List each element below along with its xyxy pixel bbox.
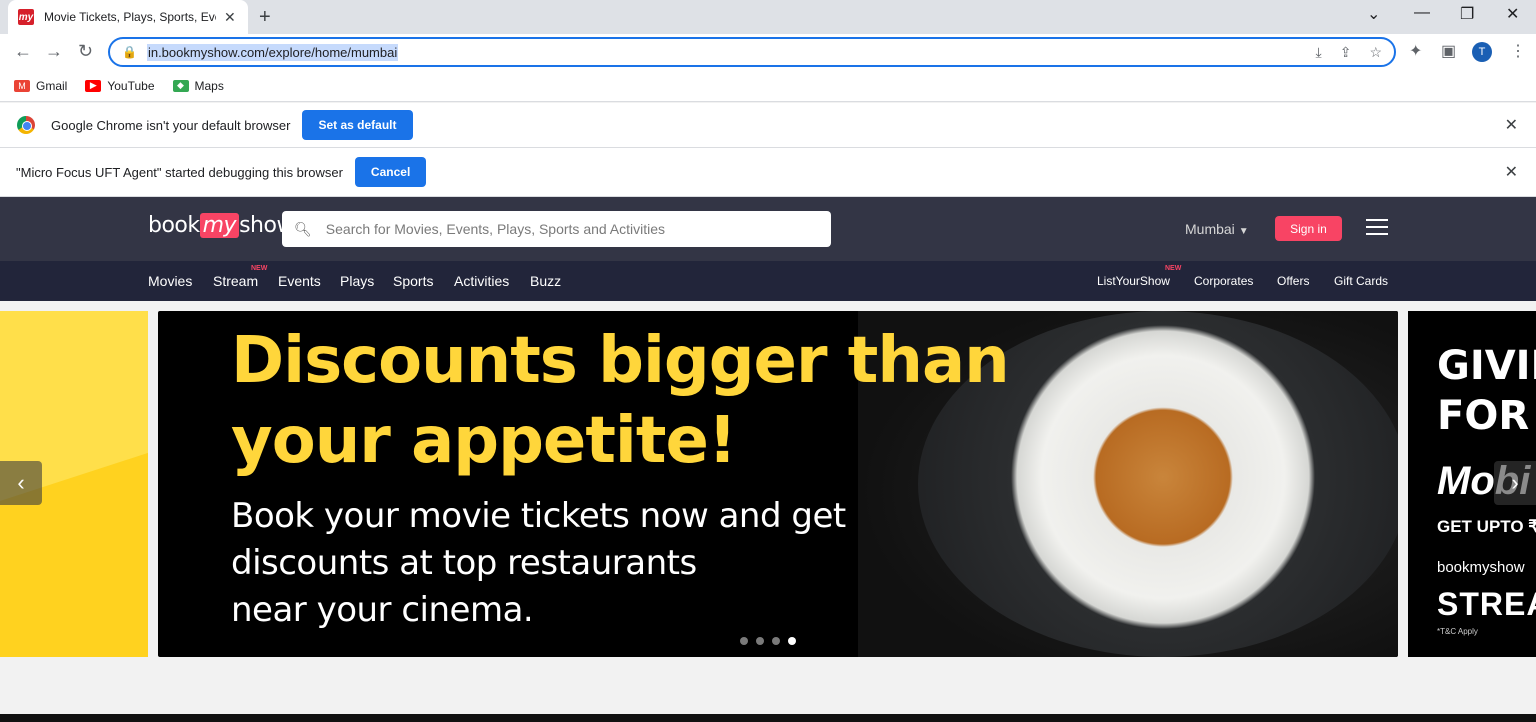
tab-close-icon[interactable]: ✕ — [224, 9, 236, 26]
carousel-dot[interactable] — [756, 637, 764, 645]
new-badge: NEW — [1165, 265, 1182, 272]
carousel-dot-active[interactable] — [788, 637, 796, 645]
tab-strip: my Movie Tickets, Plays, Sports, Events … — [0, 0, 1536, 34]
nav-stream[interactable]: Stream — [213, 273, 258, 289]
peek-stream: STREAM — [1437, 586, 1536, 622]
install-app-icon[interactable]: ⤓ — [1316, 44, 1322, 61]
youtube-icon: ▶ — [85, 79, 102, 92]
hamburger-menu-icon[interactable] — [1366, 219, 1388, 235]
subtext-line: near your cinema. — [231, 590, 534, 630]
logo-prefix: book — [148, 213, 200, 238]
peek-logo: bookmyshow — [1437, 559, 1525, 576]
bookmyshow-logo[interactable]: book my show — [148, 213, 294, 238]
maps-icon: ◆ — [172, 79, 189, 92]
infobar-close-icon[interactable]: ✕ — [1505, 162, 1518, 182]
nav-sports[interactable]: Sports — [393, 273, 433, 289]
default-browser-infobar: Google Chrome isn't your default browser… — [0, 103, 1536, 148]
nav-plays[interactable]: Plays — [340, 273, 374, 289]
peek-text: GIVINGFOR ALL — [1437, 341, 1536, 441]
nav-buzz[interactable]: Buzz — [530, 273, 561, 289]
bookmark-label: Gmail — [36, 78, 68, 93]
new-tab-icon[interactable]: + — [259, 6, 271, 29]
bookmark-label: YouTube — [107, 78, 155, 93]
banner-subtext: Book your movie tickets now and get disc… — [231, 493, 846, 634]
carousel-next-icon[interactable]: › — [1494, 461, 1536, 505]
peek-tnc: *T&C Apply — [1437, 627, 1478, 636]
infobar-message: "Micro Focus UFT Agent" started debuggin… — [16, 164, 343, 180]
bookmark-maps[interactable]: ◆ Maps — [172, 78, 224, 93]
forward-icon[interactable]: → — [45, 41, 63, 62]
bookmark-gmail[interactable]: M Gmail — [14, 79, 67, 93]
bookmark-label: Maps — [194, 78, 224, 93]
bookmark-star-icon[interactable]: ☆ — [1369, 44, 1382, 61]
extensions-icon[interactable]: ✦ — [1409, 41, 1422, 61]
set-as-default-button[interactable]: Set as default — [302, 110, 413, 140]
restore-icon[interactable]: ❐ — [1460, 4, 1474, 24]
headline-line: Discounts bigger than — [231, 324, 1010, 398]
nav-listyourshow[interactable]: ListYourShow — [1097, 274, 1170, 288]
carousel-prev-icon[interactable]: ‹ — [0, 461, 42, 505]
site-nav: Movies Stream NEW Events Plays Sports Ac… — [0, 261, 1536, 301]
peek-offer: GET UPTO ₹200 — [1437, 517, 1536, 536]
infobar-message: Google Chrome isn't your default browser — [51, 117, 291, 133]
nav-activities[interactable]: Activities — [454, 273, 509, 289]
search-input[interactable] — [325, 221, 806, 237]
back-icon[interactable]: ← — [14, 41, 32, 62]
share-icon[interactable]: ⇪ — [1340, 44, 1352, 61]
cancel-button[interactable]: Cancel — [354, 157, 427, 187]
chrome-menu-icon[interactable]: ⋮ — [1510, 41, 1526, 61]
search-icon: 🔍︎ — [294, 220, 312, 237]
window-close-icon[interactable]: ✕ — [1506, 4, 1519, 24]
tab-search-chevron-icon[interactable]: ⌄ — [1367, 4, 1380, 24]
nav-gift-cards[interactable]: Gift Cards — [1334, 274, 1388, 288]
browser-tab-active[interactable]: my Movie Tickets, Plays, Sports, Events … — [8, 0, 248, 34]
banner-carousel: ‹ Discounts bigger than your appetite! B… — [0, 301, 1536, 667]
chrome-logo-icon — [17, 116, 35, 134]
logo-highlight: my — [199, 213, 240, 238]
bookmyshow-favicon-icon: my — [18, 9, 34, 25]
minimize-icon[interactable]: — — [1414, 4, 1430, 22]
lock-icon[interactable]: 🔒 — [122, 45, 137, 59]
city-selector[interactable]: Mumbai ▼ — [1185, 221, 1249, 237]
nav-movies[interactable]: Movies — [148, 273, 192, 289]
gmail-icon: M — [14, 79, 30, 92]
url-text[interactable]: in.bookmyshow.com/explore/home/mumbai — [146, 43, 399, 61]
side-panel-icon[interactable]: ▣ — [1441, 41, 1456, 61]
taskbar-edge — [0, 714, 1536, 722]
banner-headline: Discounts bigger than your appetite! — [231, 321, 1010, 481]
carousel-dot[interactable] — [772, 637, 780, 645]
browser-toolbar: ← → ↻ 🔒 in.bookmyshow.com/explore/home/m… — [0, 34, 1536, 70]
peek-line: FOR ALL — [1437, 393, 1536, 439]
infobar-close-icon[interactable]: ✕ — [1505, 115, 1518, 135]
subtext-line: discounts at top restaurants — [231, 543, 697, 583]
carousel-dots — [740, 637, 796, 645]
nav-events[interactable]: Events — [278, 273, 321, 289]
nav-corporates[interactable]: Corporates — [1194, 274, 1253, 288]
carousel-dot[interactable] — [740, 637, 748, 645]
profile-avatar[interactable]: T — [1472, 42, 1492, 62]
address-bar[interactable]: 🔒 in.bookmyshow.com/explore/home/mumbai … — [108, 37, 1396, 67]
new-badge: NEW — [251, 265, 268, 272]
site-header: bookmyshow 🔍︎ Mumbai ▼ Sign in — [0, 197, 1536, 261]
reload-icon[interactable]: ↻ — [78, 41, 93, 62]
headline-line: your appetite! — [231, 404, 737, 478]
nav-offers[interactable]: Offers — [1277, 274, 1309, 288]
search-box[interactable]: 🔍︎ — [282, 211, 831, 247]
bookmarks-bar: M Gmail ▶ YouTube ◆ Maps — [0, 70, 1536, 102]
caret-down-icon: ▼ — [1238, 226, 1249, 237]
city-name: Mumbai — [1185, 221, 1235, 237]
debugging-infobar: "Micro Focus UFT Agent" started debuggin… — [0, 148, 1536, 197]
main-banner[interactable]: Discounts bigger than your appetite! Boo… — [158, 311, 1398, 657]
sign-in-button[interactable]: Sign in — [1275, 216, 1342, 241]
peek-line: GIVING — [1437, 343, 1536, 389]
subtext-line: Book your movie tickets now and get — [231, 496, 846, 536]
bookmark-youtube[interactable]: ▶ YouTube — [85, 78, 155, 93]
tab-title: Movie Tickets, Plays, Sports, Events & C… — [44, 10, 216, 24]
